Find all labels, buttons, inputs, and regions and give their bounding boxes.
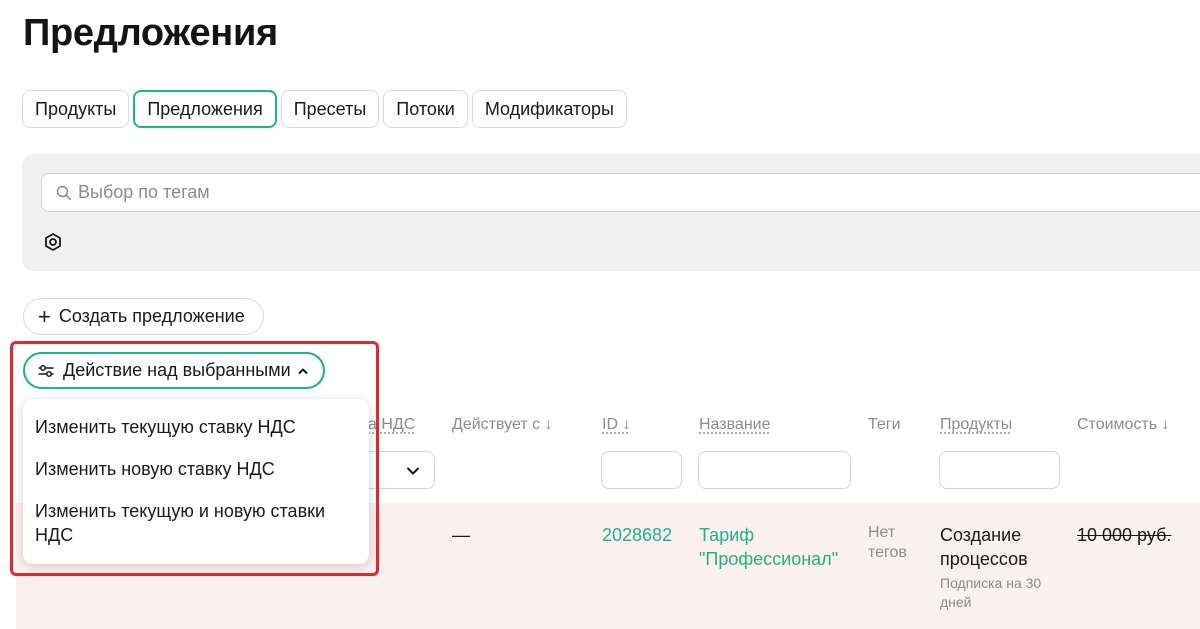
- bulk-action-menu: Изменить текущую ставку НДС Изменить нов…: [23, 399, 369, 564]
- vat-filter-select[interactable]: [360, 451, 435, 489]
- hexagon-settings-icon[interactable]: [43, 232, 63, 252]
- row-name[interactable]: Тариф "Профессионал": [699, 523, 859, 571]
- tab-flows[interactable]: Потоки: [383, 90, 468, 128]
- menu-item-change-current-vat[interactable]: Изменить текущую ставку НДС: [23, 411, 369, 443]
- column-name[interactable]: Название: [699, 416, 771, 434]
- tag-search-placeholder: Выбор по тегам: [78, 182, 210, 202]
- filter-panel: Выбор по тегам: [22, 154, 1200, 271]
- column-products[interactable]: Продукты: [940, 416, 1012, 434]
- row-id[interactable]: 2028682: [602, 523, 672, 547]
- tab-modifiers[interactable]: Модификаторы: [471, 90, 627, 128]
- name-filter-input[interactable]: [698, 451, 851, 489]
- chevron-up-icon: [298, 368, 308, 374]
- create-offer-button[interactable]: + Создать предложение: [23, 298, 264, 335]
- page-title: Предложения: [23, 12, 278, 54]
- menu-item-change-both-vat[interactable]: Изменить текущую и новую ставки НДС: [23, 495, 369, 551]
- products-filter-input[interactable]: [939, 451, 1060, 489]
- tab-offers[interactable]: Предложения: [133, 90, 277, 128]
- row-price: 10 000 руб.: [1077, 525, 1172, 545]
- column-id[interactable]: ID ↓: [602, 416, 630, 434]
- tab-products[interactable]: Продукты: [22, 90, 130, 128]
- column-vat[interactable]: а НДС: [368, 416, 415, 434]
- bulk-action-label: Действие над выбранными: [63, 360, 291, 380]
- chevron-down-icon: [407, 467, 419, 475]
- tabs-bar: Продукты Предложения Пресеты Потоки Моди…: [22, 90, 627, 128]
- bulk-action-button[interactable]: Действие над выбранными: [23, 352, 325, 389]
- create-offer-label: Создать предложение: [58, 306, 245, 326]
- column-tags: Теги: [868, 416, 901, 433]
- sliders-icon: [38, 364, 54, 377]
- row-product-note: Подписка на 30 дней: [940, 575, 1042, 610]
- column-price[interactable]: Стоимость ↓: [1077, 416, 1170, 434]
- row-active-from: —: [452, 525, 470, 545]
- tag-search-input[interactable]: Выбор по тегам: [41, 173, 1200, 212]
- row-product: Создание процессов: [940, 525, 1028, 569]
- menu-item-change-new-vat[interactable]: Изменить новую ставку НДС: [23, 453, 369, 485]
- row-tags: Нет тегов: [868, 524, 907, 561]
- search-icon: [56, 185, 72, 200]
- tab-presets[interactable]: Пресеты: [280, 90, 380, 128]
- plus-icon: +: [38, 303, 51, 329]
- id-filter-input[interactable]: [601, 451, 682, 489]
- column-active-from[interactable]: Действует с ↓: [452, 416, 553, 434]
